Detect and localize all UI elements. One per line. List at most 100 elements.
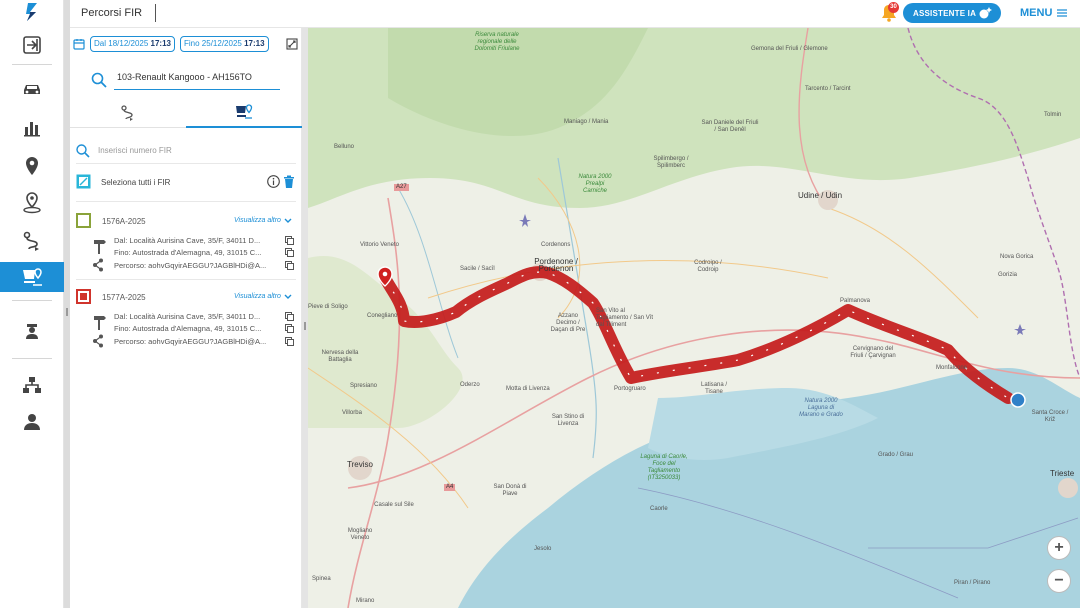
map-label: Spresiano [350,383,378,389]
route-icon[interactable] [0,226,64,256]
fir-checkbox[interactable] [76,289,91,304]
divider [76,163,296,164]
ai-assistant-button[interactable]: ASSISTENTE IA [903,3,1001,23]
map-label: Treviso [347,460,373,469]
map-label: Tarcento / Tarcint [805,86,851,92]
map-label: San Donà di Piave [493,484,527,497]
vehicle-search-input[interactable]: 103-Renault Kangooo - AH156TO [117,72,252,82]
hamburger-icon [1057,9,1068,17]
map-label: Mirano [356,598,375,604]
rail-divider [12,64,52,65]
select-all-label: Seleziona tutti i FIR [101,178,171,187]
map-label: Gorizia [998,272,1018,278]
map-label: Latisana / Tisane [700,382,728,395]
top-bar: Percorsi FIR 30 ASSISTENTE IA MENU [70,0,1080,28]
car-icon[interactable] [0,74,64,104]
tab-route[interactable] [70,98,186,128]
user-icon[interactable] [0,407,64,437]
tab-fir[interactable] [186,98,302,128]
notification-badge: 30 [888,2,899,13]
fir-panel: Dal 18/12/2025 17:13 Fino 25/12/2025 17:… [70,28,302,608]
date-to-value: 25/12/2025 [201,39,242,48]
chart-icon[interactable] [0,113,64,143]
show-more-label: Visualizza altro [234,217,281,224]
share-icon [93,258,103,272]
fir-route: Percorso: aohvGqyirAEGGU?JAGBlHDi@A... [114,261,267,270]
chevron-down-icon [284,218,292,223]
logo-icon[interactable] [0,0,64,24]
copy-icon[interactable] [285,236,294,245]
copy-icon[interactable] [285,337,294,346]
time-from-value: 17:13 [150,39,171,48]
divider [76,201,296,202]
date-to-chip[interactable]: Fino 25/12/2025 17:13 [180,36,269,52]
location-icon[interactable] [0,151,64,181]
map-label: Oderzo [460,382,480,388]
map-label: Sacile / Sacîl [460,266,495,272]
splitter-grip[interactable] [304,322,306,330]
route-end-marker [1010,392,1026,408]
fir-from: Dal: Località Aurisina Cave, 35/F, 34011… [114,312,261,321]
map-label: Santa Croce / Križ [1031,410,1069,423]
zoom-out-button[interactable]: − [1047,569,1071,593]
fir-route-icon[interactable] [0,262,64,292]
fir-code: 1577A-2025 [102,293,146,302]
road-shield-a4: A4 [444,484,456,491]
zoom-in-button[interactable]: + [1047,536,1071,560]
search-icon[interactable] [91,72,107,88]
org-tree-icon[interactable] [0,370,64,400]
map-canvas [308,28,1080,608]
pin-icon[interactable] [0,188,64,218]
show-more-link[interactable]: Visualizza altro [234,293,292,300]
rail-divider [12,300,52,301]
map-label: Maniago / Mania [564,119,609,125]
map-label: Codroipo / Codroip [694,260,722,273]
map-label: Piran / Pirano [954,580,991,586]
plus-icon: + [1054,539,1064,556]
fir-search-icon[interactable] [76,144,90,158]
map-label: Gemona del Friuli / Glemone [751,46,828,52]
copy-icon[interactable] [285,248,294,257]
date-to-label: Fino [184,39,200,48]
copy-icon[interactable] [285,312,294,321]
map-label: Spilimbergo / Spilimberc [653,156,689,169]
fir-checkbox[interactable] [76,213,91,228]
copy-icon[interactable] [285,261,294,270]
map-label: Trieste [1050,469,1075,478]
map-label: Conegliano [367,313,398,319]
fir-search-input[interactable]: Inserisci numero FIR [98,146,172,155]
rail-gutter-grip[interactable] [66,308,68,316]
calendar-icon[interactable] [73,38,85,50]
expand-icon[interactable] [286,38,298,50]
map-label: Tolmin [1044,112,1062,118]
map-label: Grado / Grau [878,452,914,458]
map-view[interactable]: Gemona del Friuli / Glemone Tarcento / T… [308,28,1080,608]
route-icon [121,105,133,121]
menu-button[interactable]: MENU [1020,7,1068,19]
map-label: Portogruaro [614,386,646,392]
fir-to: Fino: Autostrada d'Alemagna, 49, 31015 C… [114,248,262,257]
copy-icon[interactable] [285,324,294,333]
signpost-icon [94,316,106,330]
title-divider [155,4,156,22]
fir-from: Dal: Località Aurisina Cave, 35/F, 34011… [114,236,261,245]
show-more-link[interactable]: Visualizza altro [234,217,292,224]
map-label: Vittorio Veneto [360,242,399,248]
map-label: Cordenons [541,242,571,248]
info-icon[interactable] [267,175,280,188]
map-label: Jesolo [534,546,552,552]
map-label: San Stino di Livenza [551,414,585,427]
time-to-value: 17:13 [244,39,265,48]
trash-icon[interactable] [283,175,295,188]
select-all-checkbox[interactable] [76,174,91,189]
map-label: Nova Gorica [1000,254,1034,260]
map-label: Palmanova [840,298,871,304]
date-from-chip[interactable]: Dal 18/12/2025 17:13 [90,36,175,52]
menu-label: MENU [1020,7,1053,19]
city-trieste-area [1058,478,1078,498]
vehicle-search-underline [114,89,280,90]
map-label: Nervesa della Battaglia [321,350,359,363]
login-icon[interactable] [0,30,64,60]
minus-icon: − [1054,572,1064,589]
driver-icon[interactable] [0,316,64,346]
